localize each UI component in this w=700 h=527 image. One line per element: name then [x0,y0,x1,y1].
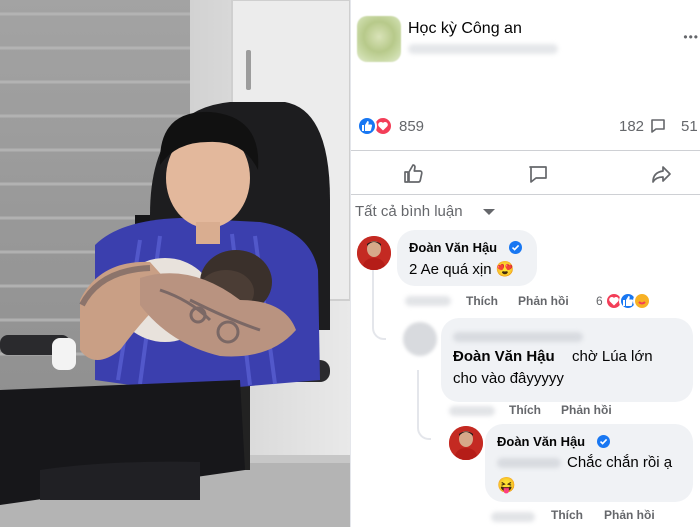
post-actions [351,156,700,192]
comment-author[interactable]: Đoàn Văn Hậu [409,240,497,255]
chevron-down-icon[interactable] [483,209,495,215]
facebook-post-panel: Học kỳ Công an ••• 859 182 51 Tất cả bìn [350,0,700,527]
comment-reactions[interactable] [605,292,665,312]
comment-button[interactable] [524,160,552,188]
divider [351,150,700,151]
comment-text: 2 Ae quá xịn 😍 [409,261,515,278]
like-button[interactable] [399,160,427,188]
divider [351,194,700,195]
comment-bubble: Đoàn Văn Hậu 2 Ae quá xịn 😍 [397,230,537,286]
like-comment-link[interactable]: Thích [551,508,583,522]
comment-filter-label[interactable]: Tất cả bình luận [355,203,463,220]
like-comment-link[interactable]: Thích [509,403,541,417]
thread-connector [372,270,386,340]
page-avatar[interactable] [357,16,401,62]
reaction-summary: 859 182 51 [351,112,700,142]
comment-icon [529,166,547,183]
share-button[interactable] [648,160,676,188]
more-options-icon[interactable]: ••• [683,30,699,44]
like-comment-link[interactable]: Thích [466,294,498,308]
thread-connector [417,370,431,440]
comment-bubble: Đoàn Văn Hậu Chắc chắn rồi ạ 😝 [485,424,693,502]
care-reaction-icon [633,292,651,310]
comment-author[interactable]: Đoàn Văn Hậu [497,434,585,449]
thumbs-up-icon [404,164,423,183]
heart-eyes-emoji-icon: 😍 [495,261,515,278]
like-reaction-icon[interactable] [357,116,377,136]
reply-comment-link[interactable]: Phản hồi [604,508,655,522]
reply-comment-link[interactable]: Phản hồi [561,403,612,417]
comment-text: cho vào đâyyyyy [453,370,564,387]
post-photo[interactable] [0,0,350,527]
avatar[interactable] [449,426,483,460]
avatar[interactable] [403,322,437,356]
mentioned-user[interactable]: Đoàn Văn Hậu [453,348,555,365]
comment-bubble: Đoàn Văn Hậu chờ Lúa lớn cho vào đâyyyyy [441,318,693,402]
avatar[interactable] [357,236,391,270]
post-meta-blurred [408,44,558,54]
mention-blurred [497,458,561,468]
reaction-count[interactable]: 859 [399,118,424,135]
post-header: Học kỳ Công an ••• [351,0,700,80]
verified-badge-icon [509,241,522,254]
share-count[interactable]: 51 [681,118,698,135]
page-name[interactable]: Học kỳ Công an [408,20,522,38]
reply-comment-link[interactable]: Phản hồi [518,294,569,308]
comment-reaction-count[interactable]: 6 [596,294,603,308]
share-arrow-icon [652,166,671,183]
verified-badge-icon [597,435,610,448]
comment-text: chờ Lúa lớn [572,348,653,365]
commenter-name-blurred [453,332,583,342]
comment-count[interactable]: 182 [619,118,644,135]
tongue-wink-emoji-icon: 😝 [497,477,516,494]
comment-bubble-icon [649,117,667,140]
comment-text: Chắc chắn rồi ạ [567,454,673,471]
